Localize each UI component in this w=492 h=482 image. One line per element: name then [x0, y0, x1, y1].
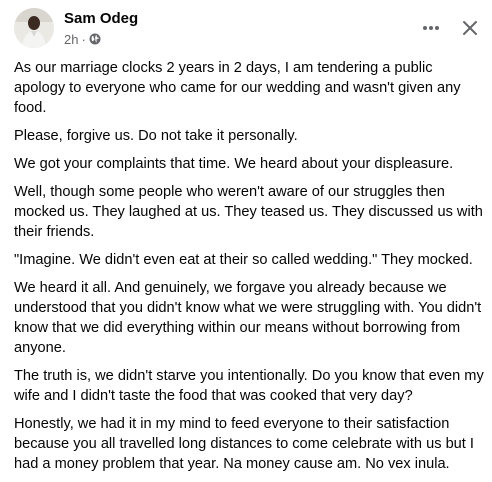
- post-body: As our marriage clocks 2 years in 2 days…: [14, 58, 484, 482]
- avatar-photo: [14, 8, 54, 48]
- post-paragraph: The truth is, we didn't starve you inten…: [14, 368, 484, 404]
- facebook-post: Sam Odeg 2h · As our marriage clocks 2 y…: [0, 0, 492, 475]
- post-paragraph: "Imagine. We didn't even eat at their so…: [14, 252, 473, 268]
- more-options-icon[interactable]: [418, 18, 444, 38]
- post-paragraph: We got your complaints that time. We hea…: [14, 156, 454, 172]
- post-paragraph: As our marriage clocks 2 years in 2 days…: [14, 60, 461, 116]
- post-paragraph: Well, though some people who weren't awa…: [14, 184, 483, 240]
- post-paragraph: Honestly, we had it in my mind to feed e…: [14, 416, 474, 472]
- post-meta: 2h ·: [64, 31, 101, 47]
- post-paragraph: Please, forgive us. Do not take it perso…: [14, 128, 298, 144]
- meta-separator: ·: [81, 31, 86, 47]
- globe-icon[interactable]: [89, 33, 101, 45]
- post-header: Sam Odeg 2h ·: [14, 8, 484, 52]
- post-time[interactable]: 2h: [64, 32, 78, 47]
- author-name[interactable]: Sam Odeg: [64, 10, 138, 27]
- close-icon[interactable]: [458, 16, 482, 40]
- post-paragraph: We heard it all. And genuinely, we forga…: [14, 280, 482, 356]
- avatar[interactable]: [14, 8, 54, 48]
